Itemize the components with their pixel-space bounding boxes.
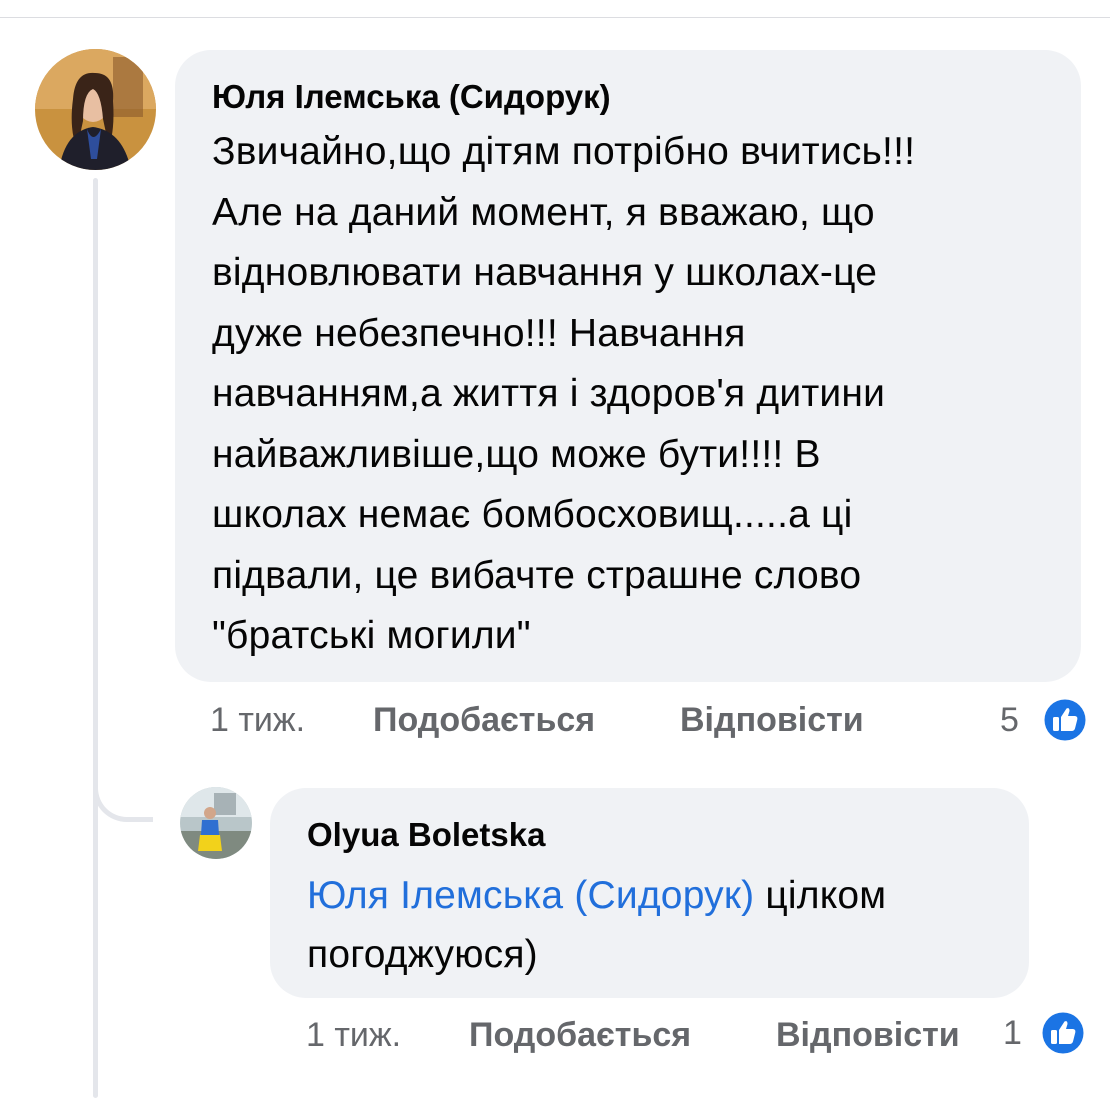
thread-line	[93, 178, 98, 1098]
comment-text-line: відновлювати навчання у школах-це	[212, 251, 878, 294]
reply-text-continuation: цілком	[754, 874, 887, 917]
comment-text-line: підвали, це вибачте страшне слово	[212, 553, 862, 597]
reply-text-line: погоджуюся)	[307, 933, 538, 976]
comment-text-line: "братські могили"	[212, 614, 531, 657]
comment-text-line: Але на даний момент, я вважаю, що	[212, 190, 875, 234]
thumbs-up-icon	[1040, 1010, 1086, 1056]
comment-text-line: найважливіше,що може бути!!!! В	[212, 432, 821, 476]
reply-text-line: Юля Ілемська (Сидорук) цілком	[307, 866, 993, 925]
comment-text-line: навчанням,а життя і здоров'я дитини	[212, 372, 886, 415]
reply-button[interactable]: Відповісти	[680, 695, 864, 745]
comment-author-name[interactable]: Юля Ілемська (Сидорук)	[212, 76, 1045, 118]
comment-text-line: школах немає бомбосховищ.....а ці	[212, 493, 853, 536]
mention-link[interactable]: Юля Ілемська (Сидорук)	[307, 874, 754, 917]
comment-author-avatar[interactable]	[35, 49, 156, 170]
reply-button[interactable]: Відповісти	[776, 1010, 960, 1060]
reaction-count: 5	[1000, 701, 1019, 739]
reply-author-avatar[interactable]	[180, 787, 252, 859]
reply-author-name[interactable]: Olyua Boletska	[307, 814, 993, 856]
comment-text-line: Звичайно,що дітям потрібно вчитись!!!	[212, 130, 916, 173]
like-button[interactable]: Подобається	[469, 1010, 691, 1060]
top-divider	[0, 17, 1110, 18]
comment-bubble: Юля Ілемська (Сидорук) Звичайно,що дітям…	[175, 50, 1081, 682]
thumbs-up-icon	[1042, 697, 1088, 743]
reply-text: Юля Ілемська (Сидорук) цілком погоджуюся…	[307, 866, 993, 984]
reply-connector	[93, 760, 153, 822]
reply-bubble: Olyua Boletska Юля Ілемська (Сидорук) ці…	[270, 788, 1029, 998]
comment-text-line: дуже небезпечно!!! Навчання	[212, 311, 746, 355]
reaction-count: 1	[1003, 1014, 1022, 1052]
comment-timestamp[interactable]: 1 тиж.	[210, 695, 305, 745]
reply-timestamp[interactable]: 1 тиж.	[306, 1010, 401, 1060]
comment-text: Звичайно,що дітям потрібно вчитись!!! Ал…	[212, 122, 1045, 667]
like-button[interactable]: Подобається	[373, 695, 595, 745]
